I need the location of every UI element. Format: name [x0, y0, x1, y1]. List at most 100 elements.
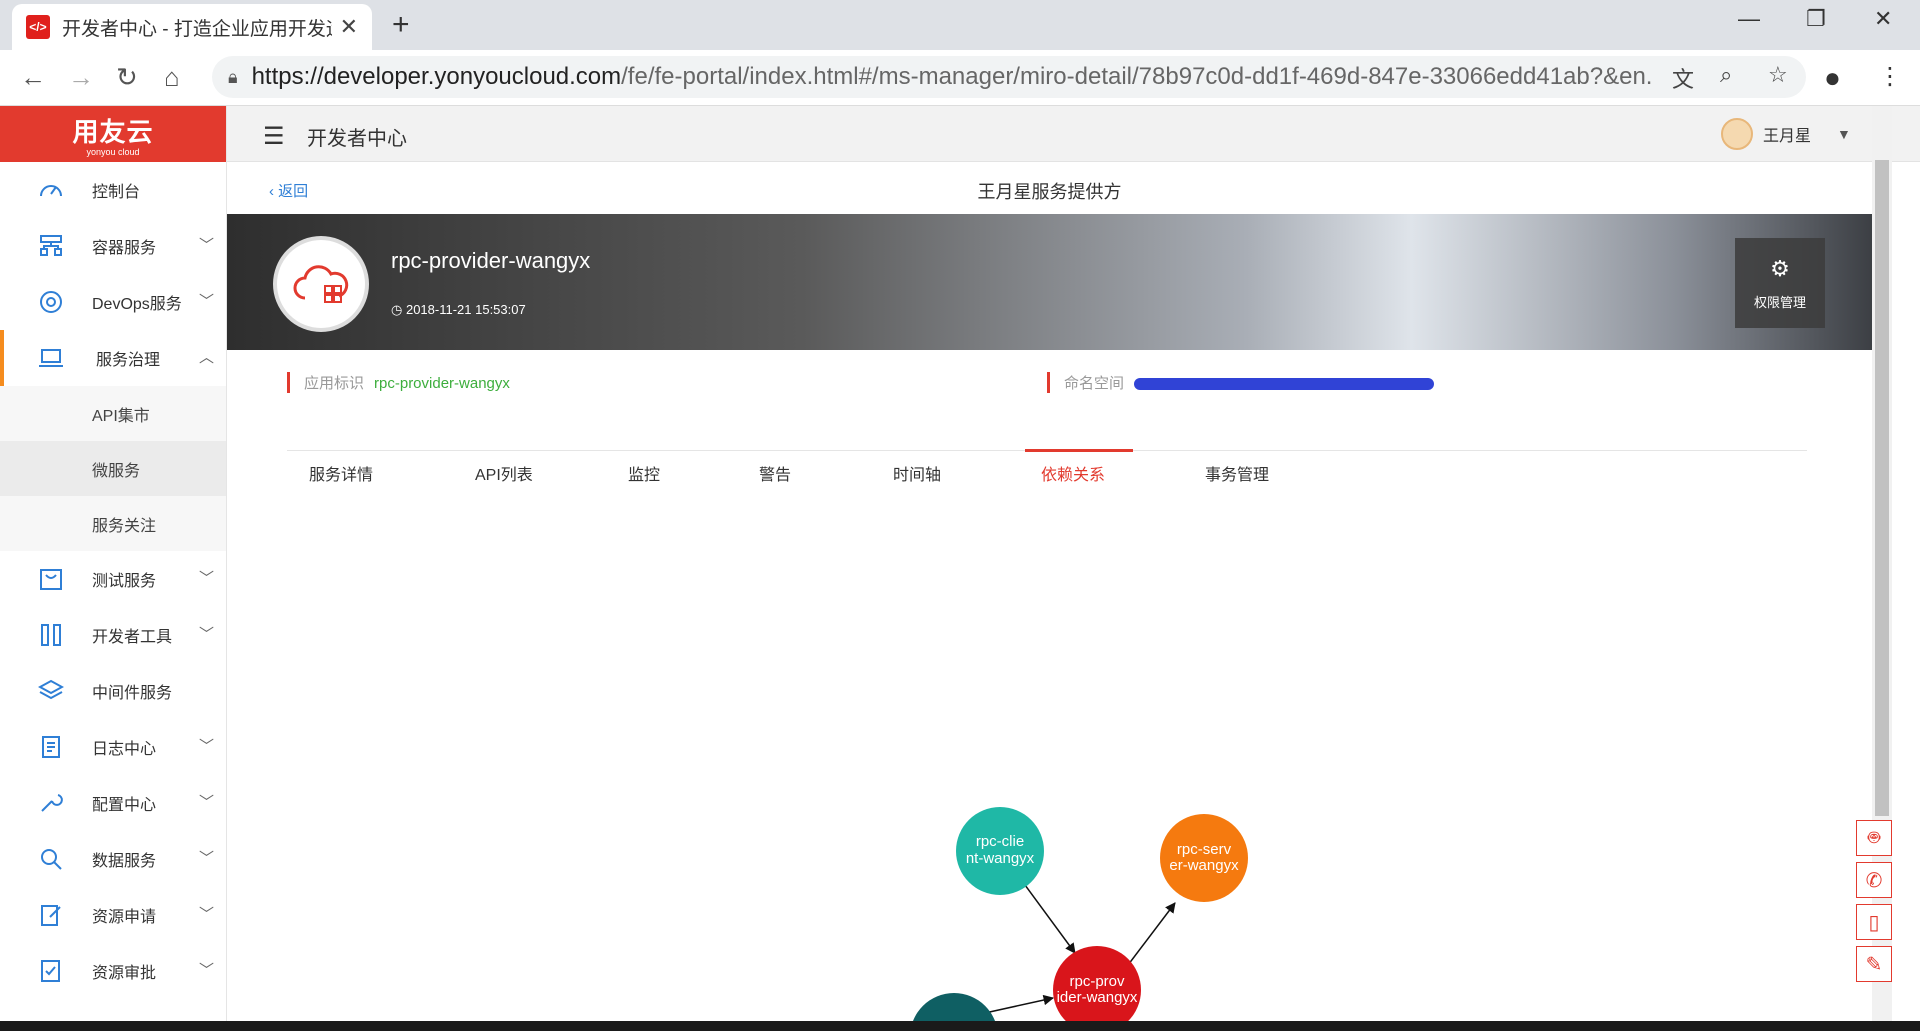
main-content: ‹ 返回 王月星服务提供方 rpc-provider-wangyx ◷ 2018…	[227, 162, 1872, 1021]
chevron-down-icon: ﹀	[198, 794, 214, 811]
caret-down-icon: ▼	[1837, 126, 1851, 142]
top-header: ☰ 开发者中心 王月星 ▼	[227, 106, 1920, 162]
tab-service-detail[interactable]: 服务详情	[309, 461, 373, 485]
node-label: ider-wangyx	[1057, 989, 1138, 1006]
sidebar-item-test[interactable]: 测试服务 ﹀	[0, 551, 226, 607]
brand-logo[interactable]: 用友云 yonyou cloud	[0, 106, 226, 162]
sidebar-item-console[interactable]: 控制台	[0, 162, 226, 218]
document-icon	[42, 736, 60, 758]
sidebar-subitem-microservice[interactable]: 微服务	[0, 441, 226, 496]
edge-provider-to-server	[1124, 902, 1176, 970]
node-label: er-wangyx	[1169, 857, 1239, 874]
laptop-icon	[39, 349, 63, 367]
close-tab-icon[interactable]: ✕	[340, 14, 358, 40]
sidebar-item-devtools[interactable]: 开发者工具 ﹀	[0, 607, 226, 663]
submenu: API集市 微服务 服务关注	[0, 386, 226, 551]
sidebar-item-middleware[interactable]: 中间件服务	[0, 663, 226, 719]
node-label: rpc-clie	[976, 833, 1024, 850]
feedback-icon[interactable]: ✎	[1856, 946, 1892, 982]
permission-label: 权限管理	[1753, 294, 1806, 310]
browser-tab[interactable]: </> 开发者中心 - 打造企业应用开发运 ✕	[12, 4, 372, 50]
sidebar-item-log[interactable]: 日志中心 ﹀	[0, 719, 226, 775]
tab-title: 开发者中心 - 打造企业应用开发运	[61, 18, 332, 40]
layers-icon	[38, 679, 64, 700]
tab-timeline[interactable]: 时间轴	[893, 461, 941, 485]
service-name: rpc-provider-wangyx	[391, 248, 591, 273]
new-tab-button[interactable]: +	[392, 8, 410, 42]
bookmark-star-icon[interactable]: ☆	[1768, 62, 1788, 88]
service-time: ◷ 2018-11-21 15:53:07	[391, 302, 526, 318]
sidebar-subitem-api-market[interactable]: API集市	[0, 386, 226, 441]
window-close-icon[interactable]: ✕	[1874, 6, 1892, 32]
app-id-field: 应用标识 rpc-provider-wangyx	[287, 372, 510, 393]
dependency-graph: rpc-clie nt-wangyx rpc-serv er-wangyx rp…	[910, 807, 1248, 1021]
lock-icon: 🔒︎	[228, 66, 238, 87]
time-value: 2018-11-21 15:53:07	[405, 302, 526, 317]
mobile-icon[interactable]: ▯	[1856, 904, 1892, 940]
devops-icon	[40, 291, 62, 313]
sidebar-item-label: DevOps服务	[92, 296, 182, 313]
sidebar-item-label: 容器服务	[92, 240, 157, 257]
chevron-down-icon: ﹀	[198, 906, 214, 923]
node-label: rpc-serv	[1177, 841, 1232, 858]
permission-management-button[interactable]: ⚙ 权限管理	[1735, 238, 1825, 328]
sidebar-item-devops[interactable]: DevOps服务 ﹀	[0, 274, 226, 330]
back-arrow-icon[interactable]: ←	[20, 62, 46, 93]
chevron-down-icon: ﹀	[198, 738, 214, 755]
user-name: 王月星	[1763, 128, 1812, 145]
sidebar-item-label: 服务治理	[96, 352, 161, 369]
sidebar-subitem-service-follow[interactable]: 服务关注	[0, 496, 226, 551]
user-menu[interactable]: 王月星 ▼	[1721, 118, 1851, 150]
minimize-icon[interactable]: —	[1738, 6, 1760, 32]
tab-transaction[interactable]: 事务管理	[1205, 461, 1269, 485]
tab-dependencies[interactable]: 依赖关系	[1041, 461, 1105, 485]
sidebar-item-service-governance[interactable]: 服务治理 ︿	[0, 330, 226, 386]
account-icon[interactable]: ●	[1824, 62, 1841, 94]
search-icon	[41, 849, 62, 870]
chevron-down-icon: ﹀	[198, 293, 214, 310]
phone-icon[interactable]: ✆	[1856, 862, 1892, 898]
wrench-icon	[41, 794, 63, 812]
service-banner: rpc-provider-wangyx ◷ 2018-11-21 15:53:0…	[227, 214, 1872, 350]
chevron-down-icon: ﹀	[198, 237, 214, 254]
app-id-value: rpc-provider-wangyx	[374, 375, 510, 392]
browser-menu-icon[interactable]: ⋮	[1878, 62, 1902, 91]
edge-client-to-provider	[1024, 884, 1076, 954]
menu-toggle-icon[interactable]: ☰	[263, 122, 285, 151]
sidebar-item-label: 开发者工具	[92, 629, 173, 646]
dashboard-icon	[40, 185, 62, 197]
graph-node-provider[interactable]: rpc-prov ider-wangyx	[1053, 946, 1141, 1021]
zoom-icon[interactable]: ⌕	[1720, 62, 1732, 88]
chevron-down-icon: ﹀	[198, 962, 214, 979]
sidebar-item-data[interactable]: 数据服务 ﹀	[0, 831, 226, 887]
chevron-down-icon: ﹀	[198, 570, 214, 587]
reload-icon[interactable]: ↻	[116, 62, 138, 93]
home-icon[interactable]: ⌂	[164, 62, 180, 93]
browser-tabbar: </> 开发者中心 - 打造企业应用开发运 ✕ + — ❐ ✕	[0, 0, 1920, 50]
edit-document-icon	[41, 905, 61, 926]
namespace-field: 命名空间	[1047, 372, 1435, 393]
sidebar-item-container[interactable]: 容器服务 ﹀	[0, 218, 226, 274]
url-input[interactable]: 🔒︎ https://developer.yonyoucloud.com/fe/…	[212, 56, 1806, 98]
forward-arrow-icon[interactable]: →	[68, 62, 94, 93]
logo-text: 用友云	[72, 116, 154, 147]
sidebar: 用友云 yonyou cloud 控制台 容器服务 ﹀ DevOps服务 ﹀ 服…	[0, 106, 227, 1021]
tab-api-list[interactable]: API列表	[475, 461, 533, 485]
robot-icon[interactable]: 🤖︎	[1856, 820, 1892, 856]
tab-monitor[interactable]: 监控	[628, 461, 660, 485]
sidebar-item-config[interactable]: 配置中心 ﹀	[0, 775, 226, 831]
tab-warning[interactable]: 警告	[759, 461, 791, 485]
sidebar-item-label: 控制台	[92, 184, 141, 201]
graph-node-client[interactable]: rpc-clie nt-wangyx	[956, 807, 1044, 895]
translate-icon[interactable]: 文	[1672, 62, 1694, 94]
graph-node-server[interactable]: rpc-serv er-wangyx	[1160, 814, 1248, 902]
logo-subtext: yonyou cloud	[86, 146, 140, 157]
restore-icon[interactable]: ❐	[1806, 6, 1826, 32]
graph-node-partial[interactable]	[910, 993, 998, 1021]
scrollbar-thumb[interactable]	[1875, 160, 1889, 816]
sidebar-item-resource-apply[interactable]: 资源申请 ﹀	[0, 887, 226, 943]
node-label: nt-wangyx	[966, 850, 1035, 867]
cloud-app-icon	[273, 236, 369, 332]
tools-icon	[41, 624, 61, 646]
sidebar-item-resource-approve[interactable]: 资源审批 ﹀	[0, 943, 226, 999]
